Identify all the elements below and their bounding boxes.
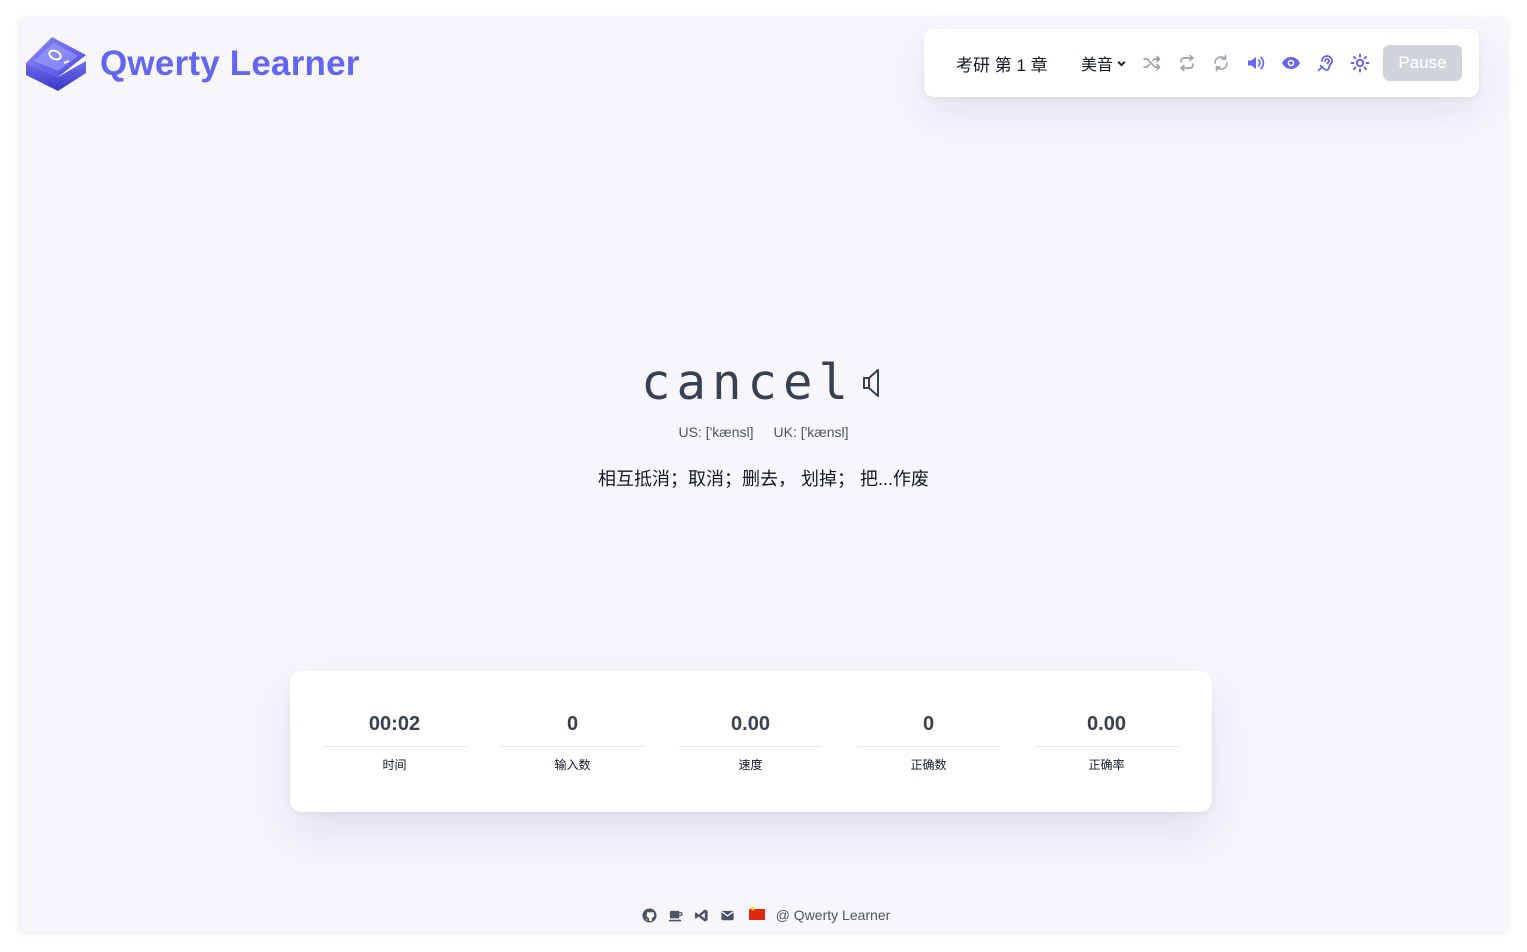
sound-toggle-button[interactable] (1245, 29, 1267, 97)
stat-divider (679, 746, 822, 747)
stats-panel: 00:02 时间 0 输入数 0.00 速度 0 正确数 0.00 正确率 (290, 671, 1212, 812)
chevron-down-icon (1117, 60, 1126, 67)
coffee-icon[interactable] (668, 907, 684, 923)
accent-selector[interactable]: 美音 (1081, 29, 1127, 97)
stat-label: 速度 (738, 758, 763, 772)
chapter-selector[interactable]: 考研 第 1 章 (956, 29, 1048, 97)
footer: @ Qwerty Learner (20, 905, 1507, 923)
stat-label: 正确数 (910, 758, 947, 772)
stat-value: 0.00 (731, 713, 770, 735)
stat-value: 0 (566, 713, 579, 735)
stat-value: 00:02 (368, 713, 421, 735)
theme-toggle-button[interactable] (1349, 29, 1371, 97)
vscode-icon[interactable] (694, 907, 710, 923)
eye-icon (1280, 52, 1302, 74)
hearing-mode-button[interactable] (1315, 29, 1337, 97)
stat-input-count: 0 输入数 (501, 671, 644, 812)
stat-time: 00:02 时间 (323, 671, 466, 812)
stat-divider (1035, 746, 1178, 747)
shuffle-icon (1141, 52, 1163, 74)
stat-divider (501, 746, 644, 747)
accent-label: 美音 (1081, 57, 1114, 74)
stat-label: 正确率 (1088, 758, 1125, 772)
stat-divider (323, 746, 466, 747)
mail-icon[interactable] (720, 907, 736, 923)
app-window: Qwerty Learner 考研 第 1 章 美音 Pause cancel … (20, 18, 1507, 932)
phonetics: US: ['kænsl] UK: ['kænsl] (20, 424, 1507, 440)
repeat-icon (1210, 52, 1232, 74)
word-display: cancel (20, 358, 1507, 407)
stat-value: 0.00 (1087, 713, 1126, 735)
visibility-toggle-button[interactable] (1280, 29, 1302, 97)
app-logo[interactable]: Qwerty Learner (22, 33, 360, 93)
current-word: cancel (640, 354, 854, 411)
stat-label: 输入数 (554, 758, 591, 772)
china-flag-icon[interactable] (748, 905, 765, 920)
keycap-logo-icon (26, 37, 86, 91)
footer-copyright: @ Qwerty Learner (775, 907, 891, 923)
stat-divider (857, 746, 1000, 747)
app-title: Qwerty Learner (100, 43, 360, 83)
toolbar: 考研 第 1 章 美音 Pause (924, 29, 1479, 97)
pause-button[interactable]: Pause (1383, 45, 1462, 81)
stat-correct-count: 0 正确数 (857, 671, 1000, 812)
stat-value: 0 (922, 713, 935, 735)
loop-button[interactable] (1176, 29, 1198, 97)
loop-icon (1176, 52, 1198, 74)
stat-accuracy: 0.00 正确率 (1035, 671, 1178, 812)
word-translation: 相互抵消；取消；删去， 划掉； 把...作废 (597, 469, 929, 489)
us-phonetic: US: ['kænsl] (678, 424, 754, 440)
volume-icon (1245, 52, 1267, 74)
speaker-icon[interactable] (860, 366, 886, 400)
shuffle-button[interactable] (1141, 29, 1163, 97)
github-icon[interactable] (642, 907, 658, 923)
uk-phonetic: UK: ['kænsl] (773, 424, 849, 440)
stat-speed: 0.00 速度 (679, 671, 822, 812)
theme-icon (1349, 52, 1371, 74)
repeat-button[interactable] (1210, 29, 1232, 97)
stat-label: 时间 (382, 758, 407, 772)
hearing-icon (1315, 52, 1337, 74)
